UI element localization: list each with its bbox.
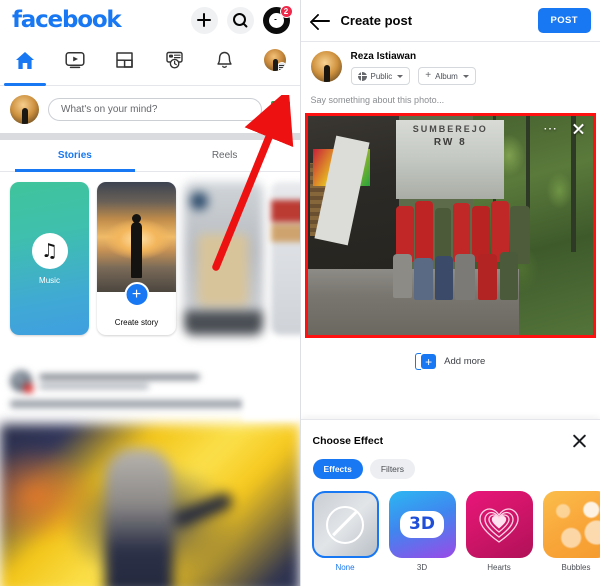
add-more-label: Add more [444, 356, 486, 367]
avatar [10, 370, 33, 393]
status-composer: What's on your mind? [0, 86, 300, 133]
create-post-header: Create post POST [300, 0, 600, 42]
author-name: Reza Istiawan [350, 51, 417, 62]
add-more-button[interactable]: + Add more [301, 352, 600, 371]
story-card-partial[interactable] [271, 182, 300, 335]
close-icon[interactable] [571, 432, 588, 449]
story-label: Music [39, 275, 60, 285]
video-icon [65, 52, 85, 69]
menu-dot-icon [276, 62, 286, 71]
effect-option-3d[interactable]: 3D 3D [388, 491, 456, 572]
nav-item-marketplace[interactable] [100, 40, 150, 85]
avatar[interactable] [310, 51, 342, 82]
story-label: Create story [114, 318, 159, 327]
feed-post-blurred[interactable] [0, 362, 300, 586]
add-button[interactable] [190, 6, 218, 34]
effects-list[interactable]: None 3D 3D Hearts Bubbles [301, 479, 600, 572]
effect-sheet-tabs: Effects Filters [301, 449, 600, 479]
no-effect-icon [311, 491, 379, 558]
facebook-feed-panel: facebook 2 What's on your mind? Stories … [0, 0, 301, 586]
nav-item-memories[interactable] [150, 40, 200, 85]
post-author-row: Reza Istiawan Public + Album [301, 42, 600, 89]
selected-photo-container[interactable]: SUMBEREJO RW 8 ⋯ [304, 113, 596, 338]
tab-stories[interactable]: Stories [0, 140, 150, 172]
effect-sheet-title: Choose Effect [312, 434, 384, 447]
avatar[interactable] [10, 95, 39, 124]
story-card-create[interactable]: + Create story [97, 182, 176, 335]
messenger-badge: 2 [279, 4, 293, 18]
tab-reels[interactable]: Reels [150, 140, 300, 171]
effect-label: 3D [416, 563, 428, 572]
three-d-icon: 3D [388, 491, 456, 558]
music-note-icon: ♫ [31, 232, 68, 269]
story-card-blurred[interactable] [184, 182, 263, 335]
screen: facebook 2 What's on your mind? Stories … [0, 0, 600, 586]
tab-filters[interactable]: Filters [369, 459, 415, 479]
bubbles-icon [542, 491, 600, 558]
post-button[interactable]: POST [537, 8, 591, 33]
photo-library-icon[interactable] [270, 101, 290, 118]
tab-effects[interactable]: Effects [312, 459, 363, 479]
facebook-topbar: facebook 2 [0, 0, 300, 40]
effect-label: Bubbles [561, 563, 591, 572]
memories-icon [166, 51, 183, 69]
feed-tabs: Stories Reels [0, 140, 300, 172]
story-card-music[interactable]: ♫ Music [10, 182, 89, 335]
nav-item-profile[interactable] [250, 40, 300, 85]
add-photo-icon: + [415, 352, 437, 371]
facebook-nav-tabs [0, 40, 300, 86]
search-button[interactable] [226, 6, 254, 34]
create-story-plus-icon[interactable]: + [124, 282, 149, 307]
chevron-down-icon [462, 74, 469, 78]
topbar-actions: 2 [190, 4, 293, 34]
page-title: Create post [340, 13, 413, 28]
plus-icon [197, 13, 211, 27]
caption-input[interactable]: Say something about this photo... [301, 89, 600, 113]
nav-item-notifications[interactable] [200, 40, 250, 85]
facebook-logo[interactable]: facebook [12, 8, 122, 32]
home-icon [15, 51, 34, 69]
plus-icon: + [425, 70, 432, 81]
nav-item-watch[interactable] [50, 40, 100, 85]
avatar-menu-icon [263, 49, 286, 71]
feed-post-text [10, 400, 256, 408]
bell-icon [217, 51, 232, 68]
story-thumbnail [97, 182, 176, 292]
album-selector[interactable]: + Album [418, 67, 476, 85]
audience-label: Public [370, 71, 393, 81]
feed-post-image [0, 424, 300, 586]
nav-item-home[interactable] [0, 40, 50, 86]
hearts-icon [465, 491, 533, 558]
photo-highlight-frame [304, 113, 596, 338]
audience-selector[interactable]: Public [350, 67, 411, 85]
effect-label: Hearts [487, 563, 511, 572]
search-icon [232, 12, 248, 28]
choose-effect-sheet: Choose Effect Effects Filters None 3D 3D… [300, 419, 600, 586]
section-divider [0, 133, 300, 140]
chevron-down-icon [397, 74, 404, 78]
messenger-button[interactable]: 2 [262, 4, 293, 34]
stories-carousel[interactable]: ♫ Music + Create story [0, 172, 300, 348]
effect-option-bubbles[interactable]: Bubbles [542, 491, 600, 572]
effect-label: None [335, 563, 355, 572]
globe-icon [357, 71, 367, 81]
album-label: Album [435, 71, 458, 81]
effect-option-none[interactable]: None [311, 491, 379, 572]
marketplace-icon [116, 52, 134, 68]
create-post-panel: Create post POST Reza Istiawan Public + … [300, 0, 600, 586]
composer-input[interactable]: What's on your mind? [48, 98, 262, 121]
back-arrow-icon[interactable] [310, 10, 332, 32]
effect-option-hearts[interactable]: Hearts [465, 491, 533, 572]
